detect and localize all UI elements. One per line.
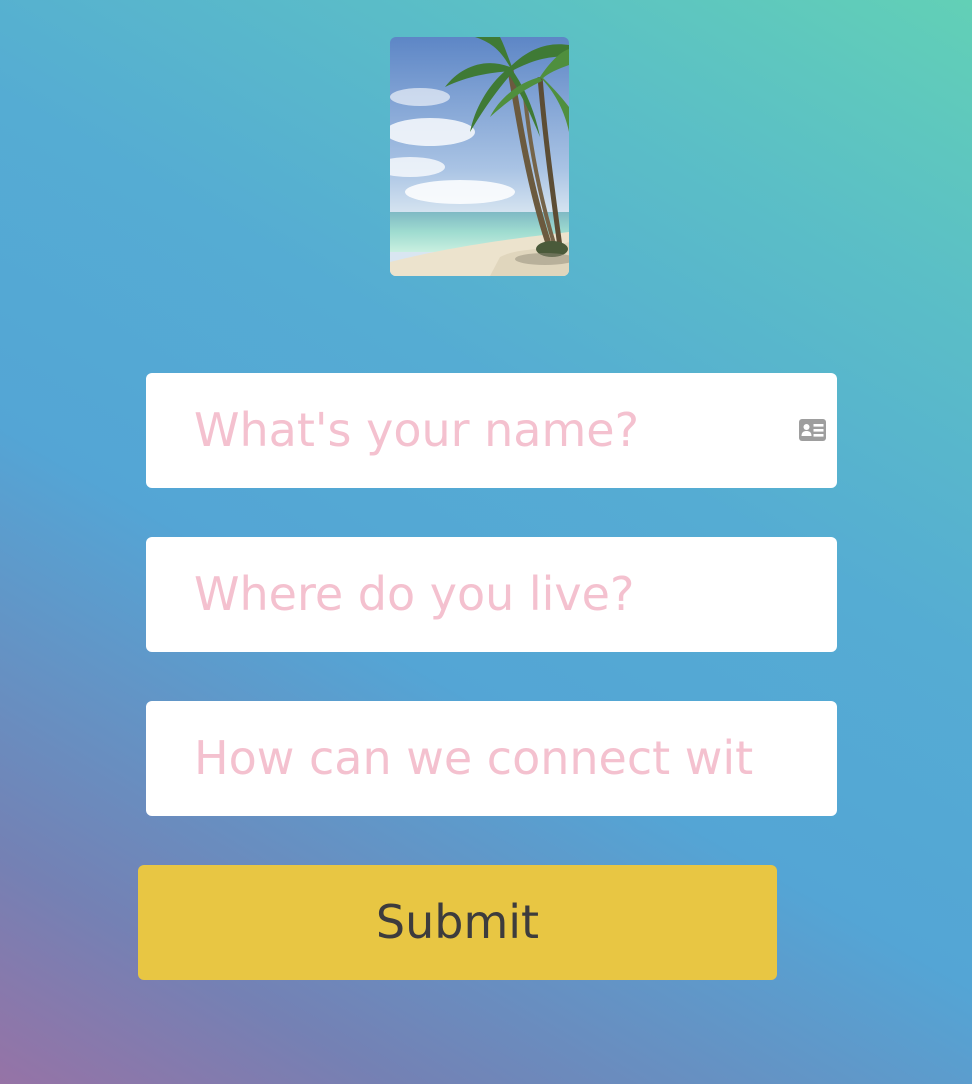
connect-input-placeholder: How can we connect wit: [194, 731, 754, 785]
location-input-placeholder: Where do you live?: [194, 567, 635, 621]
location-input[interactable]: Where do you live?: [146, 537, 837, 652]
submit-button[interactable]: Submit: [138, 865, 777, 980]
connect-input[interactable]: How can we connect wit: [146, 701, 837, 816]
name-input[interactable]: What's your name?: [146, 373, 837, 488]
hero-beach-image: [390, 37, 569, 276]
contact-card-icon: [799, 419, 826, 441]
name-input-placeholder: What's your name?: [194, 403, 640, 457]
